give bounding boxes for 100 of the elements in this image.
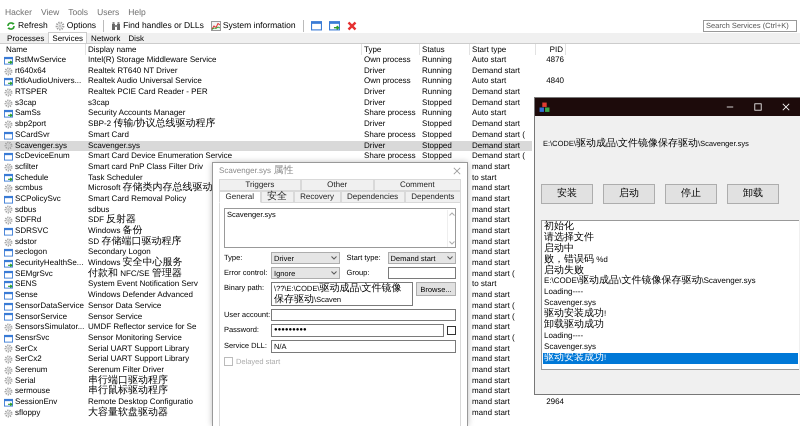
service-name[interactable]: Scavenger.sys <box>15 140 68 152</box>
service-name[interactable]: SerCx2 <box>15 354 42 365</box>
service-name[interactable]: SENS <box>15 279 37 290</box>
chart-icon <box>210 20 221 30</box>
log-entry[interactable]: Scavenger.sys <box>543 342 798 353</box>
toolbar-button[interactable]: Find handles or DLLs <box>108 18 207 32</box>
service-name[interactable]: Serenum <box>15 364 48 376</box>
service-name[interactable]: SCardSvr <box>15 130 50 141</box>
service-name[interactable]: SEMgrSvc <box>15 268 53 280</box>
action-button[interactable]: 卸载 <box>727 184 779 204</box>
service-name[interactable]: Schedule <box>15 172 48 184</box>
service-name[interactable]: SamSs <box>15 108 41 120</box>
window-icon[interactable] <box>310 20 322 31</box>
tab[interactable]: Comment <box>374 179 461 191</box>
log-entry[interactable]: Loading---- <box>543 287 798 298</box>
toolbar-button[interactable]: Refresh <box>3 18 51 32</box>
service-name[interactable]: SensorsSimulator... <box>15 322 84 333</box>
column-header[interactable]: Start type <box>470 44 536 55</box>
service-name[interactable]: ScDeviceEnum <box>15 151 70 162</box>
table-cell: Smart Card Removal Policy <box>88 194 186 203</box>
window-icon <box>4 226 13 236</box>
service-name[interactable]: RTSPER <box>15 87 48 98</box>
column-header[interactable]: Status <box>420 44 470 55</box>
table-cell: SD 存储端口驱动程序 <box>88 236 182 246</box>
table-cell: mand start <box>472 226 510 235</box>
log-entry[interactable]: 启动中 <box>543 244 798 255</box>
tab[interactable]: Recovery <box>294 191 340 203</box>
service-name[interactable]: SessionEnv <box>15 397 58 408</box>
gear-icon <box>4 162 13 172</box>
service-name[interactable]: SDRSVC <box>15 226 48 237</box>
table-cell: Security Accounts Manager <box>88 108 186 118</box>
tab[interactable]: Network <box>87 33 124 43</box>
service-name[interactable]: SDFRd <box>15 215 42 226</box>
service-name[interactable]: scfilter <box>15 162 38 173</box>
service-name[interactable]: seclogon <box>15 247 48 258</box>
service-name[interactable]: sfloppy <box>15 408 40 418</box>
toolbar-button[interactable]: System information <box>208 18 299 32</box>
service-name[interactable]: sermouse <box>15 386 50 398</box>
tab[interactable]: Processes <box>3 33 48 43</box>
service-name[interactable]: SensrSvc <box>15 332 50 344</box>
column-header[interactable]: Name <box>4 44 86 55</box>
tab[interactable]: Dependencies <box>340 191 405 203</box>
toolbar-button[interactable]: Options <box>52 18 100 32</box>
service-name[interactable]: Sense <box>15 290 38 301</box>
caret-up-icon[interactable] <box>448 212 454 216</box>
service-name[interactable]: SecurityHealthSe... <box>15 258 84 269</box>
menu-item[interactable]: Help <box>128 6 146 18</box>
menu-item[interactable]: Tools <box>68 6 88 18</box>
close-icon[interactable] <box>453 167 461 175</box>
close-icon[interactable] <box>346 20 357 30</box>
service-name[interactable]: RtkAudioUnivers... <box>15 76 82 88</box>
window-icon <box>4 248 13 258</box>
log-entry[interactable]: 卸载驱动成功 <box>543 320 798 331</box>
tab[interactable]: 安全 <box>260 191 294 203</box>
table-cell: mand start <box>472 247 510 256</box>
log-entry[interactable]: Loading---- <box>543 330 798 342</box>
log-entry[interactable]: 败，错误码 %d <box>543 254 798 266</box>
table-cell: 2964 <box>546 397 564 406</box>
scrollbar[interactable] <box>447 210 455 247</box>
service-name[interactable]: RstMwService <box>15 55 66 66</box>
service-name[interactable]: Serial <box>15 376 36 386</box>
menu-item[interactable]: Hacker <box>5 6 32 18</box>
action-button[interactable]: 停止 <box>665 184 717 204</box>
tab[interactable]: Services <box>48 32 88 43</box>
log-entry[interactable]: 初始化 <box>543 222 798 233</box>
service-name[interactable]: SensorDataService <box>15 300 84 312</box>
table-cell: Windows 备份 <box>88 226 143 235</box>
text-field[interactable] <box>271 309 456 321</box>
log-entry[interactable]: E:\CODE\驱动成品\文件镜像保存驱动\Scavenger.sys <box>543 276 798 288</box>
log-entry[interactable]: 请选择文件 <box>543 232 798 244</box>
service-name[interactable]: sdstor <box>15 236 37 248</box>
service-name[interactable]: SerCx <box>15 344 38 354</box>
tab[interactable]: Other <box>300 179 374 191</box>
action-button[interactable]: 启动 <box>603 184 655 204</box>
service-name[interactable]: SCPolicySvc <box>15 194 61 205</box>
service-name[interactable]: sdbus <box>15 204 36 216</box>
table-cell: Demand start <box>472 66 520 75</box>
tab[interactable]: Disk <box>124 33 148 43</box>
selected-row[interactable]: Scavenger.sys Scavenger.sys Driver Stopped Demand start <box>0 140 532 152</box>
table-cell: 串行端口驱动程序 <box>88 376 168 385</box>
table-cell: mand start <box>472 344 510 353</box>
tab[interactable]: Dependents <box>404 191 461 203</box>
service-name[interactable]: scmbus <box>15 183 43 194</box>
service-name[interactable]: rt640x64 <box>15 66 46 76</box>
table-cell: Sensor Data Service <box>88 300 162 310</box>
service-name[interactable]: SensorService <box>15 312 68 322</box>
menu-item[interactable]: Users <box>97 6 120 18</box>
text-field[interactable] <box>388 267 456 279</box>
service-name[interactable]: sbp2port <box>15 119 46 130</box>
column-header[interactable]: Display name <box>86 44 362 55</box>
column-header[interactable]: Type <box>362 44 420 55</box>
tab[interactable]: General <box>219 191 261 203</box>
tab[interactable]: Triggers <box>219 179 301 191</box>
service-name[interactable]: s3cap <box>15 98 36 108</box>
caret-down-icon[interactable] <box>448 241 454 245</box>
checkbox[interactable] <box>447 326 456 334</box>
action-button[interactable]: 安装 <box>541 184 593 204</box>
table-cell: Demand start ( <box>472 130 525 139</box>
column-header[interactable]: PID <box>536 44 566 55</box>
menu-item[interactable]: View <box>40 6 60 18</box>
